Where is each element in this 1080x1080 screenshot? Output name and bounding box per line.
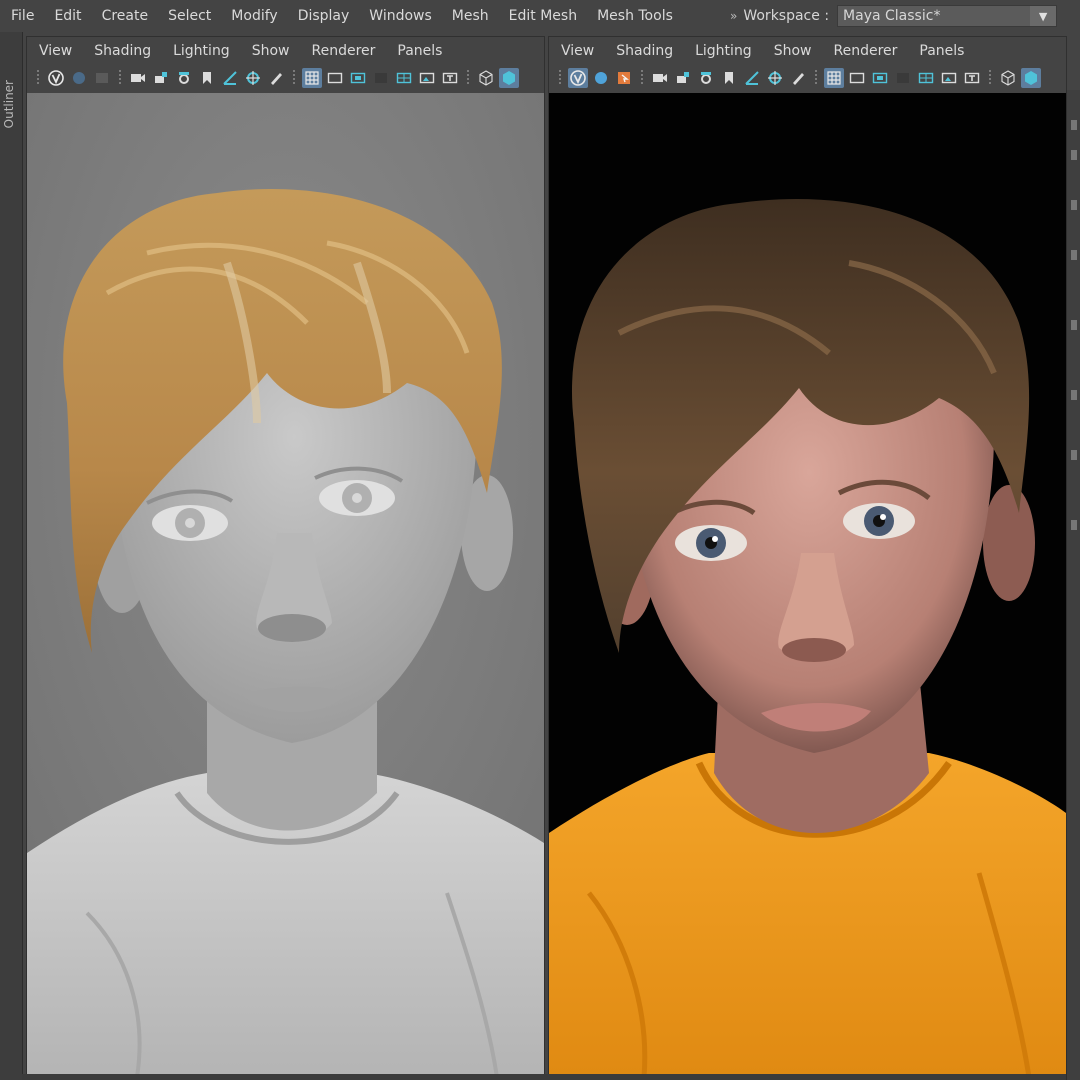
panel-menu-view[interactable]: View xyxy=(549,43,605,59)
film-gate-icon[interactable] xyxy=(847,68,867,88)
field-chart-icon[interactable] xyxy=(394,68,414,88)
grid-toggle-icon[interactable] xyxy=(824,68,844,88)
workspace-value: Maya Classic* xyxy=(843,8,941,24)
strip-handle-icon xyxy=(1071,150,1077,160)
strip-handle-icon xyxy=(1071,320,1077,330)
pan-zoom-icon[interactable] xyxy=(765,68,785,88)
bookmark-icon[interactable] xyxy=(197,68,217,88)
right-side-panel-strip[interactable] xyxy=(1066,90,1080,1080)
safe-action-icon[interactable] xyxy=(939,68,959,88)
shaded-cube-icon[interactable] xyxy=(1021,68,1041,88)
grease-pencil-icon[interactable] xyxy=(788,68,808,88)
panel-menu-right: View Shading Lighting Show Renderer Pane… xyxy=(549,37,1066,65)
outliner-strip[interactable]: Outliner xyxy=(0,32,23,1080)
toolbar-separator xyxy=(815,70,817,86)
bookmark-icon[interactable] xyxy=(719,68,739,88)
panel-menu-shading[interactable]: Shading xyxy=(83,43,162,59)
sphere-icon[interactable] xyxy=(69,68,89,88)
field-chart-icon[interactable] xyxy=(916,68,936,88)
strip-handle-icon xyxy=(1071,120,1077,130)
viewport-panel-right: View Shading Lighting Show Renderer Pane… xyxy=(548,36,1067,1078)
panel-menu-lighting[interactable]: Lighting xyxy=(684,43,763,59)
panel-toolbar-left xyxy=(27,65,544,91)
panel-menu-left: View Shading Lighting Show Renderer Pane… xyxy=(27,37,544,65)
lock-camera-icon[interactable] xyxy=(151,68,171,88)
toolbar-separator xyxy=(989,70,991,86)
toolbar-separator xyxy=(559,70,561,86)
grid-snap-icon[interactable] xyxy=(742,68,762,88)
menu-file[interactable]: File xyxy=(0,8,44,24)
menu-edit[interactable]: Edit xyxy=(44,8,91,24)
panel-menu-shading[interactable]: Shading xyxy=(605,43,684,59)
panel-menu-show[interactable]: Show xyxy=(763,43,823,59)
reference-photo-image xyxy=(549,93,1066,1077)
toolbar-separator xyxy=(293,70,295,86)
menu-windows[interactable]: Windows xyxy=(359,8,442,24)
panel-menu-renderer[interactable]: Renderer xyxy=(822,43,908,59)
resolution-gate-icon[interactable] xyxy=(348,68,368,88)
workspace-dropdown[interactable]: Maya Classic* ▼ xyxy=(837,5,1058,27)
toolbar-separator xyxy=(467,70,469,86)
film-gate-icon[interactable] xyxy=(325,68,345,88)
panel-menu-renderer[interactable]: Renderer xyxy=(300,43,386,59)
frame-icon[interactable] xyxy=(92,68,112,88)
panel-menu-view[interactable]: View xyxy=(27,43,83,59)
gate-mask-icon[interactable] xyxy=(893,68,913,88)
resolution-gate-icon[interactable] xyxy=(870,68,890,88)
menu-mesh[interactable]: Mesh xyxy=(442,8,499,24)
safe-title-icon[interactable] xyxy=(440,68,460,88)
viewport-panel-left: View Shading Lighting Show Renderer Pane… xyxy=(26,36,545,1078)
workspace-selector: » Workspace : Maya Classic* ▼ xyxy=(730,4,1058,28)
strip-handle-icon xyxy=(1071,520,1077,530)
outliner-label[interactable]: Outliner xyxy=(2,80,16,128)
strip-handle-icon xyxy=(1071,250,1077,260)
menu-edit-mesh[interactable]: Edit Mesh xyxy=(499,8,587,24)
camera-icon[interactable] xyxy=(650,68,670,88)
camera-attributes-icon[interactable] xyxy=(696,68,716,88)
viewport-left[interactable] xyxy=(27,93,544,1077)
chevron-down-icon[interactable]: ▼ xyxy=(1030,6,1057,26)
safe-title-icon[interactable] xyxy=(962,68,982,88)
safe-action-icon[interactable] xyxy=(417,68,437,88)
panel-menu-show[interactable]: Show xyxy=(241,43,301,59)
toolbar-separator xyxy=(641,70,643,86)
viewport-right[interactable] xyxy=(549,93,1066,1077)
menu-select[interactable]: Select xyxy=(158,8,221,24)
strip-handle-icon xyxy=(1071,450,1077,460)
grid-toggle-icon[interactable] xyxy=(302,68,322,88)
workspace-label: Workspace : xyxy=(743,8,830,24)
menu-mesh-tools[interactable]: Mesh Tools xyxy=(587,8,683,24)
bottom-status-edge xyxy=(22,1074,1066,1080)
panel-menu-panels[interactable]: Panels xyxy=(908,43,975,59)
menu-modify[interactable]: Modify xyxy=(221,8,287,24)
strip-handle-icon xyxy=(1071,390,1077,400)
panel-toolbar-right xyxy=(549,65,1066,91)
menu-display[interactable]: Display xyxy=(288,8,360,24)
sphere-icon[interactable] xyxy=(591,68,611,88)
expand-arrows-icon[interactable]: » xyxy=(730,9,737,23)
panel-menu-lighting[interactable]: Lighting xyxy=(162,43,241,59)
strip-handle-icon xyxy=(1071,200,1077,210)
wireframe-cube-icon[interactable] xyxy=(476,68,496,88)
menu-create[interactable]: Create xyxy=(92,8,159,24)
toolbar-separator xyxy=(37,70,39,86)
pan-zoom-icon[interactable] xyxy=(243,68,263,88)
grey-render-image xyxy=(27,93,544,1077)
toolbar-separator xyxy=(119,70,121,86)
vray-icon[interactable] xyxy=(568,68,588,88)
select-highlight-icon[interactable] xyxy=(614,68,634,88)
grid-snap-icon[interactable] xyxy=(220,68,240,88)
lock-camera-icon[interactable] xyxy=(673,68,693,88)
camera-attributes-icon[interactable] xyxy=(174,68,194,88)
grease-pencil-icon[interactable] xyxy=(266,68,286,88)
shaded-cube-icon[interactable] xyxy=(499,68,519,88)
gate-mask-icon[interactable] xyxy=(371,68,391,88)
camera-icon[interactable] xyxy=(128,68,148,88)
wireframe-cube-icon[interactable] xyxy=(998,68,1018,88)
vray-icon[interactable] xyxy=(46,68,66,88)
panel-menu-panels[interactable]: Panels xyxy=(386,43,453,59)
